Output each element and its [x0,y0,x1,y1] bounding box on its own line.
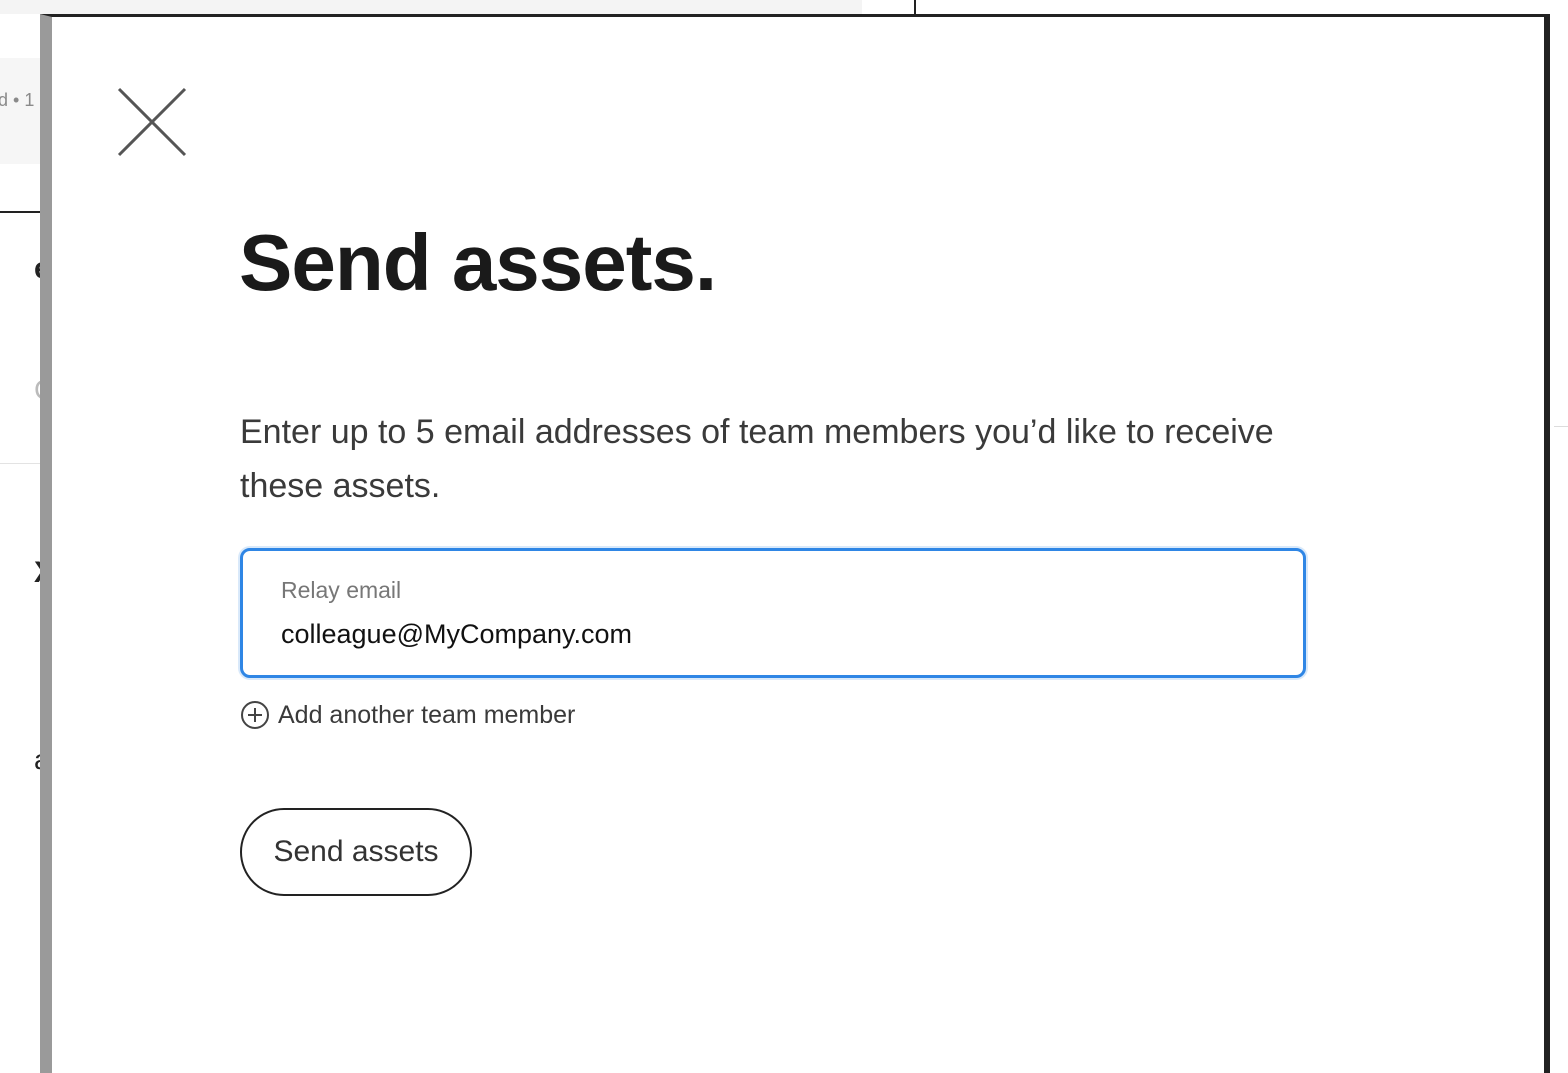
background-card-text: d • 1 [0,90,35,110]
modal-title: Send assets. [239,218,717,307]
relay-email-field[interactable]: Relay email [240,548,1306,678]
add-team-member-label: Add another team member [278,700,576,729]
close-button[interactable] [116,86,188,158]
modal-description: Enter up to 5 email addresses of team me… [240,413,1274,505]
send-assets-button[interactable]: Send assets [240,808,472,896]
add-team-member-link[interactable]: Add another team member [240,700,575,730]
background-separator [0,463,42,464]
background-top-bar [0,0,862,14]
plus-circle-icon [241,701,269,729]
background-card [0,58,42,164]
relay-email-label: Relay email [281,577,402,603]
background-divider-line [0,211,42,213]
background-separator [1554,426,1568,427]
close-icon [117,87,187,157]
relay-email-input[interactable] [281,619,1261,650]
background-divider [914,0,916,14]
page: d • 1 e C X a Send assets. Enter up to 5… [0,0,1568,1073]
send-assets-modal: Send assets. Enter up to 5 email address… [40,14,1550,1073]
